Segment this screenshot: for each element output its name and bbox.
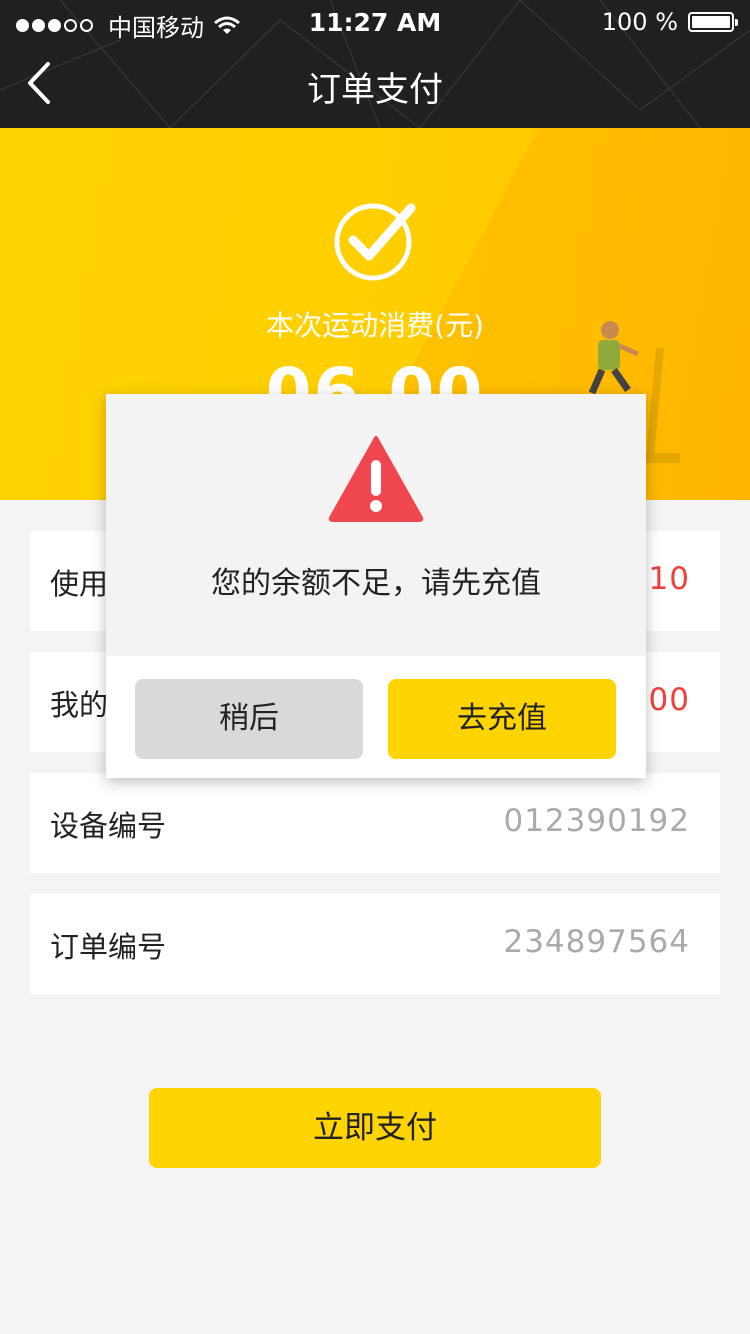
row-label: 我的 [50,688,109,722]
row-value: 234897564 [503,924,690,960]
battery-icon [688,12,738,32]
check-circle-icon [334,203,416,281]
recharge-button[interactable]: 去充值 [388,679,616,759]
warning-icon [328,436,424,522]
pay-now-button[interactable]: 立即支付 [149,1088,601,1168]
device-number-row: 设备编号 012390192 [30,773,720,873]
row-value: 012390192 [503,803,690,839]
top-bar: 中国移动 11:27 AM 100 % 订单支付 [0,0,750,128]
dialog-message: 您的余额不足，请先充值 [211,566,541,601]
row-label: 订单编号 [50,930,167,964]
row-label: 设备编号 [50,809,167,843]
status-bar: 中国移动 11:27 AM 100 % [0,0,750,48]
insufficient-balance-dialog: 您的余额不足，请先充值 稍后 去充值 [106,394,646,778]
later-button[interactable]: 稍后 [135,679,363,759]
page-title: 订单支付 [307,70,443,110]
order-number-row: 订单编号 234897564 [30,894,720,994]
battery-percent: 100 % [601,8,678,36]
row-label: 使用 [50,567,109,601]
dialog-body: 您的余额不足，请先充值 [106,394,646,656]
